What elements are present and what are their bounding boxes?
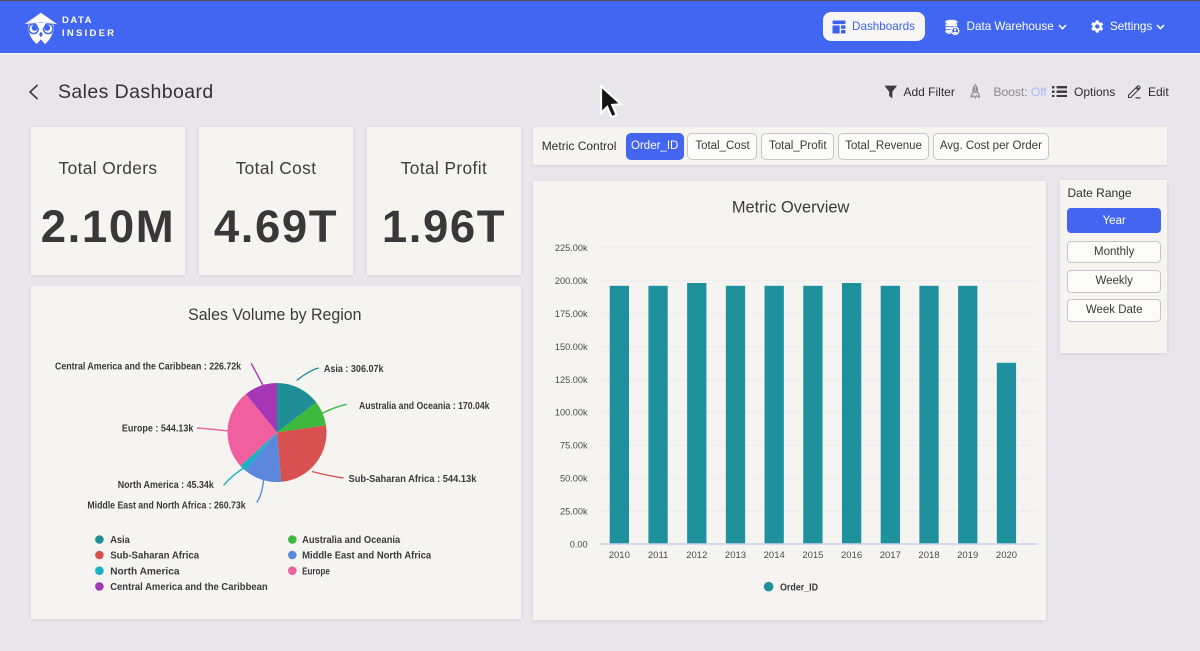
svg-text:75.00k: 75.00k [560,441,588,451]
svg-text:175.00k: 175.00k [555,309,588,319]
svg-text:25.00k: 25.00k [560,506,588,516]
svg-text:Middle East and North Africa :: Middle East and North Africa : 260.73k [87,501,245,512]
svg-text:Central America and the Caribb: Central America and the Caribbean [110,582,268,593]
svg-text:Sub-Saharan Africa : 544.13k: Sub-Saharan Africa : 544.13k [349,474,477,485]
svg-text:Australia and Oceania : 170.04: Australia and Oceania : 170.04k [359,401,490,412]
svg-text:Asia : 306.07k: Asia : 306.07k [324,364,384,375]
svg-text:100.00k: 100.00k [555,408,588,418]
svg-text:2018: 2018 [918,550,939,561]
svg-text:2013: 2013 [725,550,746,561]
svg-text:Middle East and North Africa: Middle East and North Africa [302,551,431,562]
svg-text:Asia: Asia [110,535,130,546]
svg-text:125.00k: 125.00k [555,375,588,385]
svg-text:North America : 45.34k: North America : 45.34k [118,480,214,491]
svg-text:2011: 2011 [648,550,668,561]
svg-text:150.00k: 150.00k [555,342,588,352]
svg-text:2020: 2020 [996,550,1017,561]
svg-text:0.00: 0.00 [570,539,588,549]
svg-text:2014: 2014 [764,550,785,561]
svg-text:2010: 2010 [609,550,630,561]
svg-text:Central America and the Caribb: Central America and the Caribbean : 226.… [55,362,241,373]
svg-text:Europe : 544.13k: Europe : 544.13k [122,423,194,434]
svg-text:200.00k: 200.00k [555,276,588,286]
svg-text:Metric Overview: Metric Overview [732,199,850,217]
svg-text:Australia and Oceania: Australia and Oceania [302,535,400,546]
svg-text:2019: 2019 [957,550,978,561]
svg-text:50.00k: 50.00k [560,474,588,484]
svg-text:2015: 2015 [802,550,823,561]
svg-text:Europe: Europe [302,566,330,577]
svg-text:2012: 2012 [686,550,707,561]
svg-text:2016: 2016 [841,550,862,561]
svg-text:North America: North America [110,566,180,577]
svg-text:225.00k: 225.00k [555,243,588,253]
svg-text:Sales Volume by Region: Sales Volume by Region [188,306,361,324]
svg-text:Order_ID: Order_ID [780,582,818,593]
svg-text:Sub-Saharan Africa: Sub-Saharan Africa [110,551,199,562]
svg-text:2017: 2017 [880,550,901,561]
